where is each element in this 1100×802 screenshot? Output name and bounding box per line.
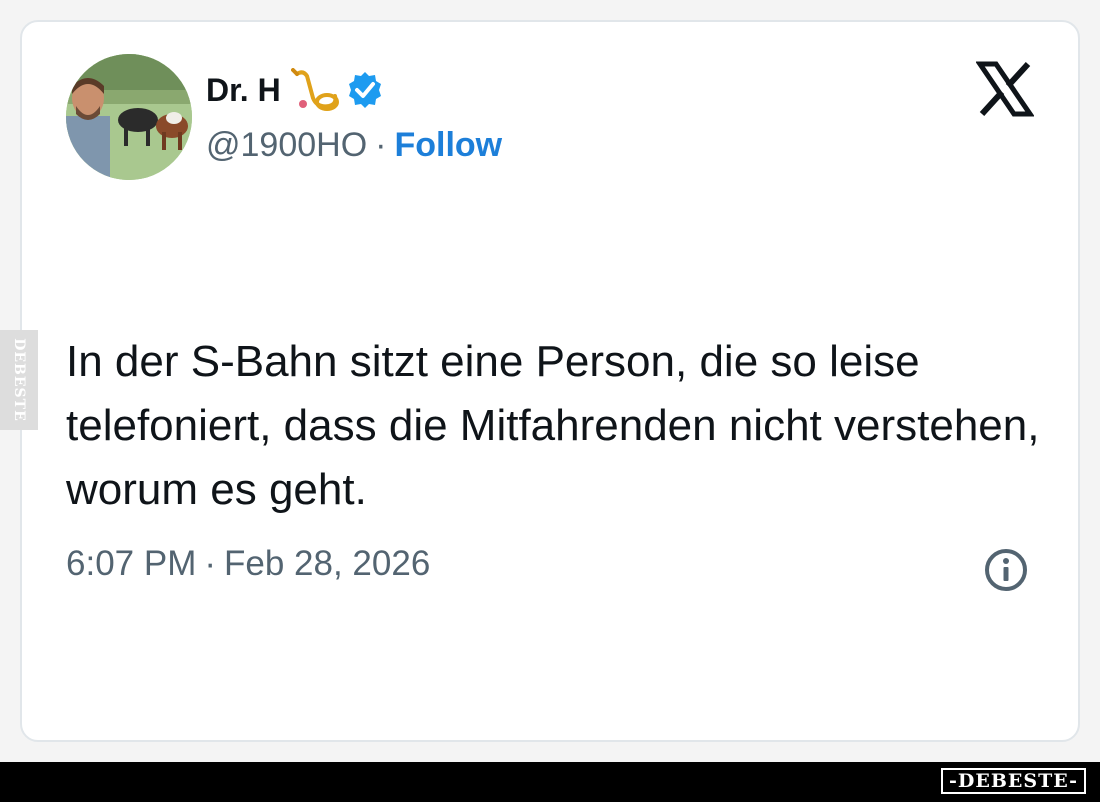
meta-separator: · xyxy=(204,544,217,583)
tweet-text: In der S-Bahn sitzt eine Person, die so … xyxy=(66,337,1040,514)
author-handle[interactable]: @1900HO xyxy=(206,126,367,165)
tweet-meta: 6:07 PM · Feb 28, 2026 xyxy=(66,544,430,584)
author-row: Dr. H xyxy=(206,66,385,114)
handle-row: @1900HO · Follow xyxy=(206,126,502,165)
verified-badge-icon xyxy=(348,72,381,108)
postal-horn-icon xyxy=(290,68,339,111)
follow-button[interactable]: Follow xyxy=(394,126,502,165)
x-logo-icon[interactable] xyxy=(976,60,1034,118)
watermark-logo: -DEBESTE- xyxy=(941,768,1086,794)
info-icon[interactable] xyxy=(982,546,1030,594)
tweet-time[interactable]: 6:07 PM xyxy=(66,544,196,584)
separator: · xyxy=(375,126,387,164)
avatar[interactable] xyxy=(66,54,192,180)
side-watermark: DEBESTE xyxy=(0,330,38,430)
bottom-bar: -DEBESTE- xyxy=(0,762,1100,802)
tweet-card: Dr. H @1900HO · Follow In der S-Bahn sit… xyxy=(20,20,1080,742)
tweet-date[interactable]: Feb 28, 2026 xyxy=(224,544,430,584)
author-name[interactable]: Dr. H xyxy=(206,72,281,109)
side-watermark-label: DEBESTE xyxy=(11,338,27,422)
